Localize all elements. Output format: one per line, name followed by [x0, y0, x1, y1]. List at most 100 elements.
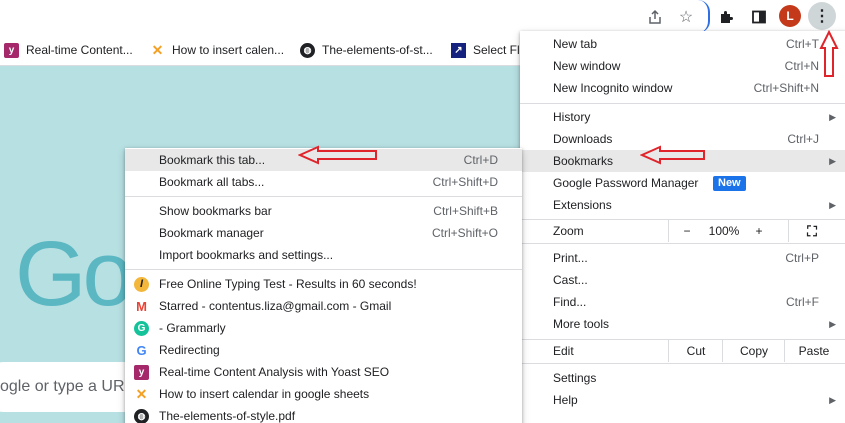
menu-item-password-manager[interactable]: Google Password Manager New [520, 172, 845, 194]
side-panel-icon[interactable] [746, 4, 772, 30]
menu-item-edit: Edit Cut Copy Paste [520, 340, 845, 362]
menu-item-find[interactable]: Find... Ctrl+F [520, 291, 845, 313]
chrome-main-menu: New tab Ctrl+T New window Ctrl+N New Inc… [520, 31, 845, 423]
menu-item-shortcut: Ctrl+Shift+N [753, 81, 819, 95]
globe-icon: ◍ [134, 408, 149, 423]
bookmark-item[interactable]: ✕ How to insert calendar in google sheet… [125, 383, 522, 405]
menu-item-label: Free Online Typing Test - Results in 60 … [159, 277, 417, 291]
bookmark-bar-item[interactable]: ✕ How to insert calen... [150, 41, 284, 59]
menu-item-shortcut: Ctrl+J [787, 132, 819, 146]
menu-item-label: Help [553, 393, 578, 407]
submenu-item-bookmark-all[interactable]: Bookmark all tabs... Ctrl+Shift+D [125, 171, 522, 193]
bookmark-item[interactable]: G - Grammarly [125, 317, 522, 339]
menu-item-settings[interactable]: Settings [520, 367, 845, 389]
zoom-out-button[interactable]: − [670, 220, 704, 242]
menu-item-label: Real-time Content Analysis with Yoast SE… [159, 365, 390, 379]
menu-item-label: Find... [553, 295, 587, 309]
menu-item-label: Starred - contentus.liza@gmail.com - Gma… [159, 299, 392, 313]
zoom-in-button[interactable]: + [744, 220, 774, 242]
menu-item-label: Cast... [553, 273, 588, 287]
bookmark-item[interactable]: M Starred - contentus.liza@gmail.com - G… [125, 295, 522, 317]
omnibox-edge [698, 0, 710, 33]
menu-item-shortcut: Ctrl+N [784, 59, 819, 73]
cut-button[interactable]: Cut [670, 340, 722, 362]
menu-item-shortcut: Ctrl+Shift+O [431, 226, 498, 240]
paste-button[interactable]: Paste [786, 340, 842, 362]
share-icon[interactable] [642, 4, 668, 30]
bookmark-bar-item[interactable]: ↗ Select Fl [451, 41, 520, 59]
menu-divider [125, 196, 522, 197]
google-logo: Go [15, 223, 134, 325]
menu-item-new-window[interactable]: New window Ctrl+N [520, 55, 845, 77]
menu-item-label: Settings [553, 371, 597, 385]
puzzle-icon[interactable] [714, 4, 740, 30]
menu-item-label: Bookmark manager [159, 226, 264, 240]
submenu-item-import[interactable]: Import bookmarks and settings... [125, 244, 522, 266]
menu-item-extensions[interactable]: Extensions ▶ [520, 194, 845, 216]
chevron-right-icon: ▶ [829, 394, 836, 405]
menu-item-shortcut: Ctrl+P [785, 251, 819, 265]
grammarly-icon: G [134, 320, 149, 336]
menu-divider [520, 363, 845, 364]
menu-item-label: Bookmarks [553, 154, 614, 168]
google-icon: G [136, 342, 147, 358]
browser-toolbar: ☆ L ⋮ [0, 0, 845, 33]
menu-item-label: Bookmark this tab... [159, 153, 266, 167]
zoom-level: 100% [708, 224, 740, 238]
edit-divider [722, 340, 723, 362]
menu-item-new-incognito[interactable]: New Incognito window Ctrl+Shift+N [520, 77, 845, 99]
bookmark-bar-label: How to insert calen... [172, 43, 285, 57]
menu-item-label: Extensions [553, 198, 612, 212]
gmail-icon: M [136, 298, 147, 314]
menu-item-shortcut: Ctrl+F [786, 295, 819, 309]
bookmark-bar-item[interactable]: ◍ The-elements-of-st... [300, 41, 433, 59]
more-vert-icon[interactable]: ⋮ [808, 2, 836, 30]
bookmark-item[interactable]: ◍ The-elements-of-style.pdf [125, 405, 522, 423]
chevron-right-icon: ▶ [829, 199, 836, 210]
submenu-item-manager[interactable]: Bookmark manager Ctrl+Shift+O [125, 222, 522, 244]
bookmark-item[interactable]: I Free Online Typing Test - Results in 6… [125, 273, 522, 295]
bookmark-bar-item[interactable]: y Real-time Content... [4, 41, 133, 59]
annotation-arrow-left-icon [298, 145, 377, 165]
menu-item-new-tab[interactable]: New tab Ctrl+T [520, 33, 845, 55]
yoast-icon: y [4, 42, 19, 58]
menu-item-history[interactable]: History ▶ [520, 106, 845, 128]
bookmark-bar-label: The-elements-of-st... [322, 43, 433, 57]
edit-divider [784, 340, 785, 362]
menu-item-help[interactable]: Help ▶ [520, 389, 845, 411]
menu-item-shortcut: Ctrl+Shift+B [433, 204, 498, 218]
menu-item-more-tools[interactable]: More tools ▶ [520, 313, 845, 335]
search-placeholder[interactable]: ogle or type a URL [0, 378, 133, 396]
menu-item-label: Google Password Manager [553, 176, 699, 190]
menu-item-shortcut: Ctrl+D [463, 153, 498, 167]
chevron-right-icon: ▶ [829, 155, 836, 166]
bookmark-item[interactable]: G Redirecting [125, 339, 522, 361]
chevron-right-icon: ▶ [829, 318, 836, 329]
bookmark-bar-label: Select Fl [473, 43, 520, 57]
annotation-arrow-up-icon [819, 30, 839, 77]
submenu-item-show-bar[interactable]: Show bookmarks bar Ctrl+Shift+B [125, 200, 522, 222]
menu-item-label: - Grammarly [159, 321, 226, 335]
bookmark-item[interactable]: y Real-time Content Analysis with Yoast … [125, 361, 522, 383]
menu-item-label: The-elements-of-style.pdf [159, 409, 296, 423]
select-icon: ↗ [451, 42, 466, 58]
menu-item-label: New window [553, 59, 621, 73]
chevron-right-icon: ▶ [829, 111, 836, 122]
menu-divider [520, 243, 845, 244]
menu-item-label: History [553, 110, 591, 124]
menu-item-shortcut: Ctrl+Shift+D [432, 175, 498, 189]
menu-item-label: Downloads [553, 132, 613, 146]
menu-item-cast[interactable]: Cast... [520, 269, 845, 291]
menu-item-zoom: Zoom − 100% + ⛶ [520, 220, 845, 242]
copy-button[interactable]: Copy [724, 340, 784, 362]
menu-item-label: Redirecting [159, 343, 220, 357]
avatar[interactable]: L [779, 5, 801, 27]
menu-divider [520, 103, 845, 104]
calendar-icon: ✕ [151, 41, 164, 58]
menu-item-print[interactable]: Print... Ctrl+P [520, 247, 845, 269]
fullscreen-icon[interactable]: ⛶ [790, 220, 834, 242]
bookmarks-submenu: Bookmark this tab... Ctrl+D Bookmark all… [125, 148, 522, 423]
menu-item-label: Show bookmarks bar [159, 204, 272, 218]
globe-icon: ◍ [300, 42, 315, 58]
star-icon[interactable]: ☆ [673, 4, 699, 30]
